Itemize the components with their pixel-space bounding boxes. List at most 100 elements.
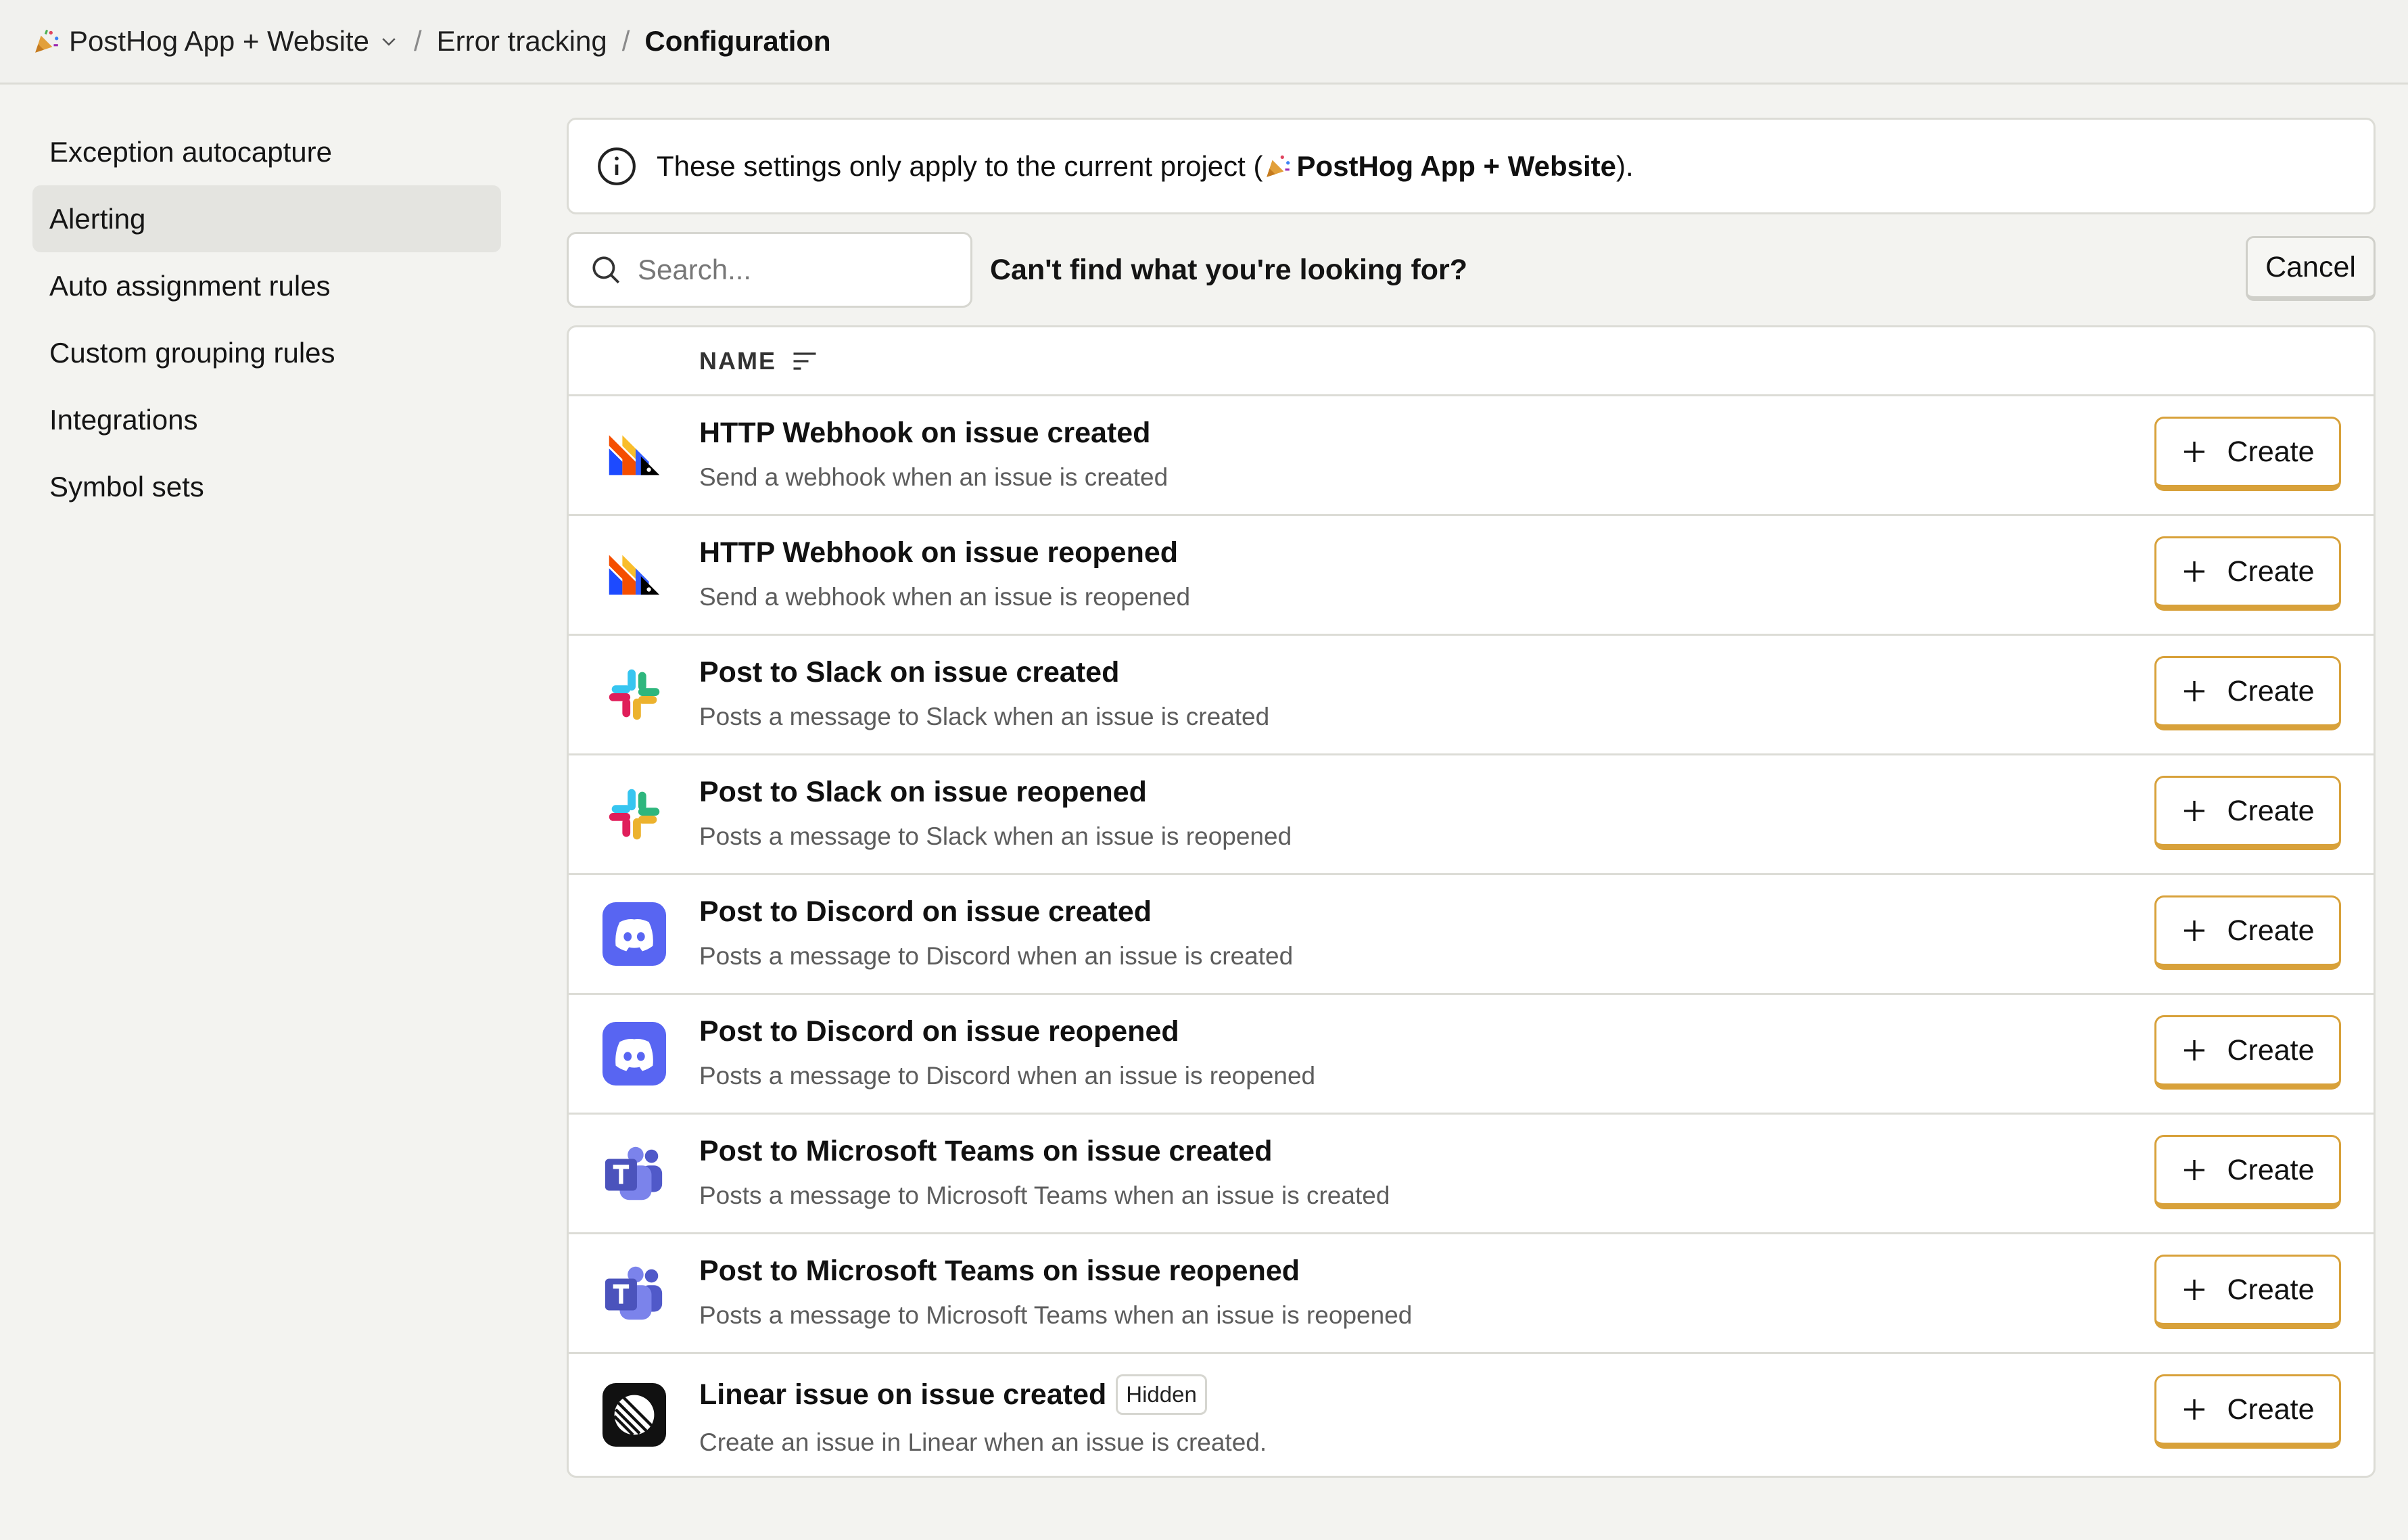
breadcrumb-section[interactable]: Error tracking xyxy=(437,25,607,57)
column-header-name[interactable]: NAME xyxy=(699,347,776,375)
row-subtitle: Posts a message to Microsoft Teams when … xyxy=(699,1182,1390,1209)
table-row[interactable]: Post to Slack on issue reopened Posts a … xyxy=(569,755,2374,875)
search-placeholder: Search... xyxy=(638,254,752,285)
search-row: Search... Can't find what you're looking… xyxy=(567,232,2376,308)
linear-icon xyxy=(601,1382,667,1448)
create-button[interactable]: Create xyxy=(2154,1374,2341,1449)
table-row[interactable]: HTTP Webhook on issue created Send a web… xyxy=(569,396,2374,516)
info-text-before: These settings only apply to the current… xyxy=(657,149,1263,182)
row-title: Linear issue on issue created Hidden xyxy=(699,1374,1267,1415)
cant-find-text: Can't find what you're looking for? xyxy=(990,253,1468,286)
table-header: NAME xyxy=(569,327,2374,396)
create-button[interactable]: Create xyxy=(2154,656,2341,730)
sidebar-item-symbol-sets[interactable]: Symbol sets xyxy=(32,453,501,520)
plus-icon xyxy=(2184,1399,2205,1420)
create-button-label: Create xyxy=(2227,1393,2315,1426)
table-row[interactable]: Post to Microsoft Teams on issue reopene… xyxy=(569,1234,2374,1354)
row-text: Post to Slack on issue created Posts a m… xyxy=(699,656,1269,731)
row-subtitle: Send a webhook when an issue is reopened xyxy=(699,583,1191,611)
search-input[interactable]: Search... xyxy=(567,232,972,308)
create-button-label: Create xyxy=(2227,794,2315,827)
alert-templates-table: NAME HTTP Webhook on issue created Send … xyxy=(567,325,2376,1478)
create-button-label: Create xyxy=(2227,674,2315,707)
row-subtitle: Create an issue in Linear when an issue … xyxy=(699,1428,1267,1456)
plus-icon xyxy=(2184,1040,2205,1060)
row-subtitle: Send a webhook when an issue is created xyxy=(699,463,1168,491)
info-banner: These settings only apply to the current… xyxy=(567,118,2376,214)
row-title: HTTP Webhook on issue reopened xyxy=(699,536,1179,569)
info-text-after: ). xyxy=(1616,149,1634,182)
row-text: HTTP Webhook on issue reopened Send a we… xyxy=(699,536,1190,611)
sidebar-item-exception-autocapture[interactable]: Exception autocapture xyxy=(32,118,501,185)
party-popper-icon xyxy=(1267,155,1290,177)
row-title: Post to Discord on issue created xyxy=(699,895,1152,928)
create-button[interactable]: Create xyxy=(2154,776,2341,850)
table-row[interactable]: Post to Slack on issue created Posts a m… xyxy=(569,636,2374,755)
discord-icon xyxy=(601,1021,667,1087)
table-row[interactable]: Post to Discord on issue created Posts a… xyxy=(569,875,2374,995)
microsoft-teams-icon xyxy=(601,1260,667,1326)
create-button-label: Create xyxy=(2227,1153,2315,1186)
row-subtitle: Posts a message to Slack when an issue i… xyxy=(699,822,1292,850)
sidebar-item-integrations[interactable]: Integrations xyxy=(32,386,501,453)
search-icon xyxy=(592,256,620,284)
row-subtitle: Posts a message to Slack when an issue i… xyxy=(699,703,1270,730)
create-button[interactable]: Create xyxy=(2154,417,2341,491)
row-text: Post to Discord on issue created Posts a… xyxy=(699,895,1293,971)
table-row[interactable]: HTTP Webhook on issue reopened Send a we… xyxy=(569,516,2374,636)
plus-icon xyxy=(2184,442,2205,462)
row-title: Post to Slack on issue reopened xyxy=(699,776,1147,808)
breadcrumb-separator: / xyxy=(621,25,630,57)
row-title: Post to Microsoft Teams on issue created xyxy=(699,1135,1273,1167)
plus-icon xyxy=(2184,801,2205,821)
row-text: Post to Microsoft Teams on issue reopene… xyxy=(699,1255,1412,1330)
create-button[interactable]: Create xyxy=(2154,1255,2341,1329)
create-button-label: Create xyxy=(2227,555,2315,588)
sort-icon[interactable] xyxy=(790,346,820,376)
breadcrumb-separator: / xyxy=(414,25,422,57)
slack-icon xyxy=(601,661,667,728)
create-button[interactable]: Create xyxy=(2154,895,2341,970)
row-title-label: Linear issue on issue created xyxy=(699,1378,1107,1411)
create-button[interactable]: Create xyxy=(2154,1015,2341,1090)
info-icon xyxy=(598,147,636,185)
create-button-label: Create xyxy=(2227,1033,2315,1067)
sidebar-item-alerting[interactable]: Alerting xyxy=(32,185,501,252)
info-project-name: PostHog App + Website xyxy=(1296,149,1617,182)
row-text: Post to Discord on issue reopened Posts … xyxy=(699,1015,1315,1090)
plus-icon xyxy=(2184,681,2205,701)
row-text: Linear issue on issue created Hidden Cre… xyxy=(699,1374,1267,1457)
microsoft-teams-icon xyxy=(601,1140,667,1207)
main-content: These settings only apply to the current… xyxy=(567,118,2376,1478)
row-text: HTTP Webhook on issue created Send a web… xyxy=(699,417,1168,492)
create-button-label: Create xyxy=(2227,1273,2315,1306)
create-button[interactable]: Create xyxy=(2154,1135,2341,1209)
table-row[interactable]: Post to Discord on issue reopened Posts … xyxy=(569,995,2374,1115)
row-title: HTTP Webhook on issue created xyxy=(699,417,1151,449)
row-title: Post to Slack on issue created xyxy=(699,656,1120,689)
plus-icon xyxy=(2184,561,2205,582)
row-title: Post to Discord on issue reopened xyxy=(699,1015,1179,1048)
table-row[interactable]: Linear issue on issue created Hidden Cre… xyxy=(569,1354,2374,1476)
table-row[interactable]: Post to Microsoft Teams on issue created… xyxy=(569,1115,2374,1234)
breadcrumb-project[interactable]: PostHog App + Website xyxy=(32,25,399,57)
slack-icon xyxy=(601,781,667,847)
settings-sidebar: Exception autocapture Alerting Auto assi… xyxy=(32,118,501,520)
plus-icon xyxy=(2184,1280,2205,1300)
hidden-badge: Hidden xyxy=(1116,1374,1207,1415)
chevron-down-icon[interactable] xyxy=(379,31,399,51)
sidebar-item-auto-assignment-rules[interactable]: Auto assignment rules xyxy=(32,252,501,319)
row-subtitle: Posts a message to Microsoft Teams when … xyxy=(699,1301,1413,1329)
create-button-label: Create xyxy=(2227,435,2315,468)
party-popper-icon xyxy=(35,30,59,53)
row-subtitle: Posts a message to Discord when an issue… xyxy=(699,942,1294,970)
sidebar-item-custom-grouping-rules[interactable]: Custom grouping rules xyxy=(32,319,501,386)
breadcrumb: PostHog App + Website / Error tracking /… xyxy=(0,0,2408,85)
row-subtitle: Posts a message to Discord when an issue… xyxy=(699,1062,1316,1090)
row-title: Post to Microsoft Teams on issue reopene… xyxy=(699,1255,1300,1287)
posthog-logo-icon xyxy=(601,422,667,488)
cancel-button[interactable]: Cancel xyxy=(2246,236,2376,301)
create-button[interactable]: Create xyxy=(2154,536,2341,611)
plus-icon xyxy=(2184,1160,2205,1180)
plus-icon xyxy=(2184,920,2205,941)
